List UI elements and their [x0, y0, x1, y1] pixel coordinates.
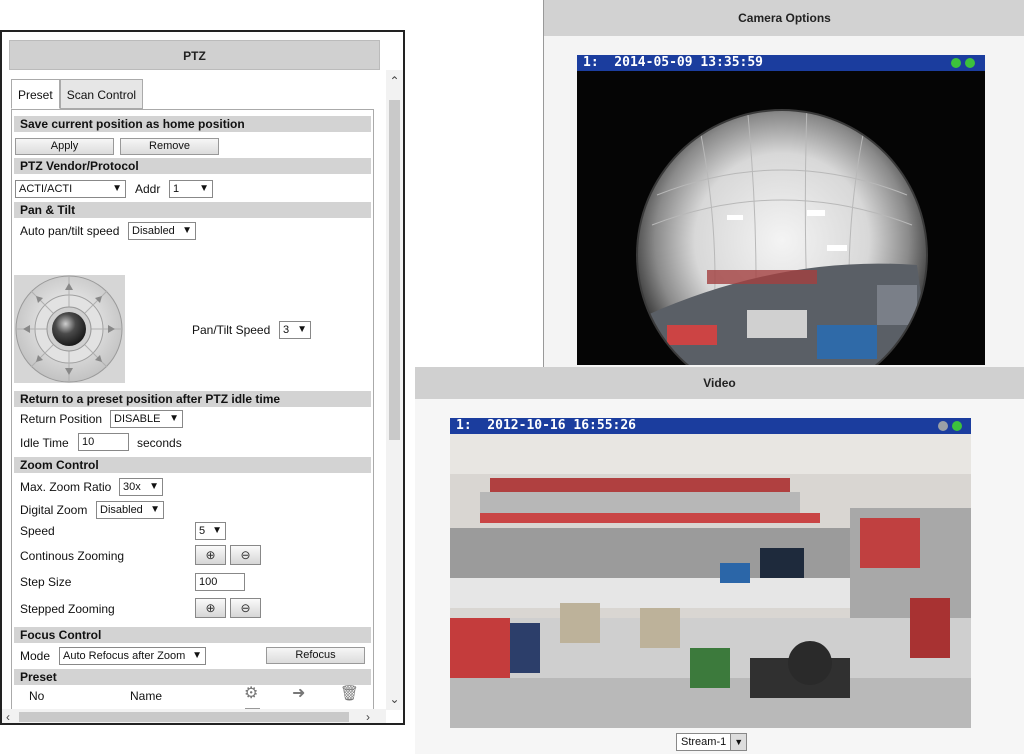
chevron-down-icon: ▼ [169, 413, 179, 424]
scroll-left-icon[interactable]: ‹ [6, 709, 10, 723]
idle-time-input[interactable]: 10 [78, 433, 129, 451]
status-dot-icon [951, 58, 961, 68]
zoom-in-icon: ⊕ [205, 548, 216, 562]
focus-heading: Focus Control [14, 627, 371, 643]
chevron-down-icon: ▼ [149, 481, 159, 492]
chevron-down-icon: ▼ [212, 525, 222, 536]
continuous-zoom-label: Continous Zooming [20, 549, 125, 563]
chevron-down-icon: ▼ [150, 504, 160, 515]
chevron-down-icon: ▼ [199, 183, 209, 194]
idle-unit: seconds [137, 436, 182, 450]
scroll-right-icon[interactable]: › [366, 709, 370, 723]
digital-zoom-value: Disabled [100, 504, 143, 516]
video-window: Video 1: 2012-10-16 16:55:26 Stream-1 ▼ [415, 367, 1024, 754]
addr-select[interactable]: 1 ▼ [169, 180, 213, 198]
digital-zoom-label: Digital Zoom [20, 503, 88, 517]
ptz-tabs: Preset Scan Control [11, 79, 144, 109]
scroll-up-icon[interactable]: ⌃ [386, 74, 403, 88]
return-position-label: Return Position [20, 412, 103, 426]
refocus-button[interactable]: Refocus [266, 647, 365, 664]
chevron-down-icon: ▼ [112, 183, 122, 194]
fisheye-video-frame[interactable]: 1: 2014-05-09 13:35:59 [577, 55, 985, 365]
auto-speed-select[interactable]: Disabled ▼ [128, 222, 196, 240]
return-position-value: DISABLE [114, 413, 161, 425]
return-position-select[interactable]: DISABLE ▼ [110, 410, 183, 428]
tab-preset[interactable]: Preset [11, 79, 60, 109]
continuous-zoom-out-button[interactable]: ⊖ [230, 545, 261, 565]
scroll-down-icon[interactable]: ⌄ [386, 692, 403, 706]
focus-mode-select[interactable]: Auto Refocus after Zoom ▼ [59, 647, 206, 665]
chevron-down-icon: ▼ [297, 324, 307, 335]
tab-scan-control[interactable]: Scan Control [59, 79, 144, 109]
ptz-content: PTZ Preset Scan Control Save current pos… [2, 32, 386, 709]
zoom-out-icon: ⊖ [240, 548, 251, 562]
focus-mode-value: Auto Refocus after Zoom [63, 650, 186, 662]
continuous-zoom-in-button[interactable]: ⊕ [195, 545, 226, 565]
max-zoom-select[interactable]: 30x ▼ [119, 478, 163, 496]
addr-label: Addr [135, 182, 161, 196]
protocol-select[interactable]: ACTI/ACTI ▼ [15, 180, 126, 198]
zoom-speed-label: Speed [20, 524, 55, 538]
trash-icon[interactable]: 🗑 [340, 686, 359, 702]
camera-options-window: Camera Options 1: 2014-05-09 13:35:59 [543, 0, 1024, 368]
addr-value: 1 [173, 183, 180, 195]
pt-speed-label: Pan/Tilt Speed [192, 323, 271, 337]
step-size-label: Step Size [20, 575, 72, 589]
stream-select[interactable]: Stream-1 ▼ [676, 733, 748, 751]
tab-panel [11, 109, 374, 709]
ptz-window: PTZ Preset Scan Control Save current pos… [0, 30, 405, 725]
chevron-down-icon: ▼ [182, 225, 192, 236]
max-zoom-value: 30x [123, 481, 141, 493]
video-osd-timestamp: 1: 2012-10-16 16:55:26 [450, 418, 971, 434]
video-title: Video [415, 367, 1024, 399]
col-name: Name [130, 689, 163, 703]
video-frame[interactable]: 1: 2012-10-16 16:55:26 [450, 418, 971, 728]
camera-options-title: Camera Options [544, 0, 1024, 36]
pt-speed-value: 3 [283, 324, 290, 336]
ptz-joystick [14, 275, 125, 383]
zoom-speed-value: 5 [199, 525, 206, 537]
auto-speed-label: Auto pan/tilt speed [20, 224, 120, 238]
chevron-down-icon: ▼ [730, 734, 747, 750]
remove-button[interactable]: Remove [120, 138, 219, 155]
stepped-zoom-in-button[interactable]: ⊕ [195, 598, 226, 618]
digital-zoom-select[interactable]: Disabled ▼ [96, 501, 164, 519]
status-dot-icon [952, 421, 962, 431]
idle-heading: Return to a preset position after PTZ id… [14, 391, 371, 407]
chevron-down-icon: ▼ [192, 650, 202, 661]
ptz-title: PTZ [9, 40, 380, 70]
zoom-heading: Zoom Control [14, 457, 371, 473]
stepped-zoom-out-button[interactable]: ⊖ [230, 598, 261, 618]
idle-time-label: Idle Time [20, 436, 69, 450]
hscroll-thumb[interactable] [19, 712, 349, 722]
status-dot-icon [938, 421, 948, 431]
home-heading: Save current position as home position [14, 116, 371, 132]
gear-icon[interactable]: ⚙ [244, 686, 258, 702]
protocol-value: ACTI/ACTI [19, 183, 73, 195]
status-dot-icon [965, 58, 975, 68]
stream-value: Stream-1 [681, 736, 727, 748]
pt-speed-select[interactable]: 3 ▼ [279, 321, 311, 339]
vendor-heading: PTZ Vendor/Protocol [14, 158, 371, 174]
pantilt-heading: Pan & Tilt [14, 202, 371, 218]
arrow-right-icon[interactable]: ➜ [292, 686, 305, 702]
focus-mode-label: Mode [20, 649, 51, 663]
step-size-input[interactable]: 100 [195, 573, 245, 591]
zoom-speed-select[interactable]: 5 ▼ [195, 522, 226, 540]
camera-osd-timestamp: 1: 2014-05-09 13:35:59 [577, 55, 985, 71]
zoom-in-icon: ⊕ [205, 601, 216, 615]
col-no: No [29, 689, 45, 703]
zoom-out-icon: ⊖ [240, 601, 251, 615]
max-zoom-label: Max. Zoom Ratio [20, 480, 112, 494]
preset-heading: Preset [14, 669, 371, 685]
stepped-zoom-label: Stepped Zooming [20, 602, 115, 616]
apply-button[interactable]: Apply [15, 138, 114, 155]
horizontal-scrollbar[interactable]: ‹ › [2, 709, 386, 723]
vertical-scrollbar[interactable]: ⌃ ⌄ [386, 70, 403, 710]
scroll-thumb[interactable] [389, 100, 400, 440]
auto-speed-value: Disabled [132, 225, 175, 237]
